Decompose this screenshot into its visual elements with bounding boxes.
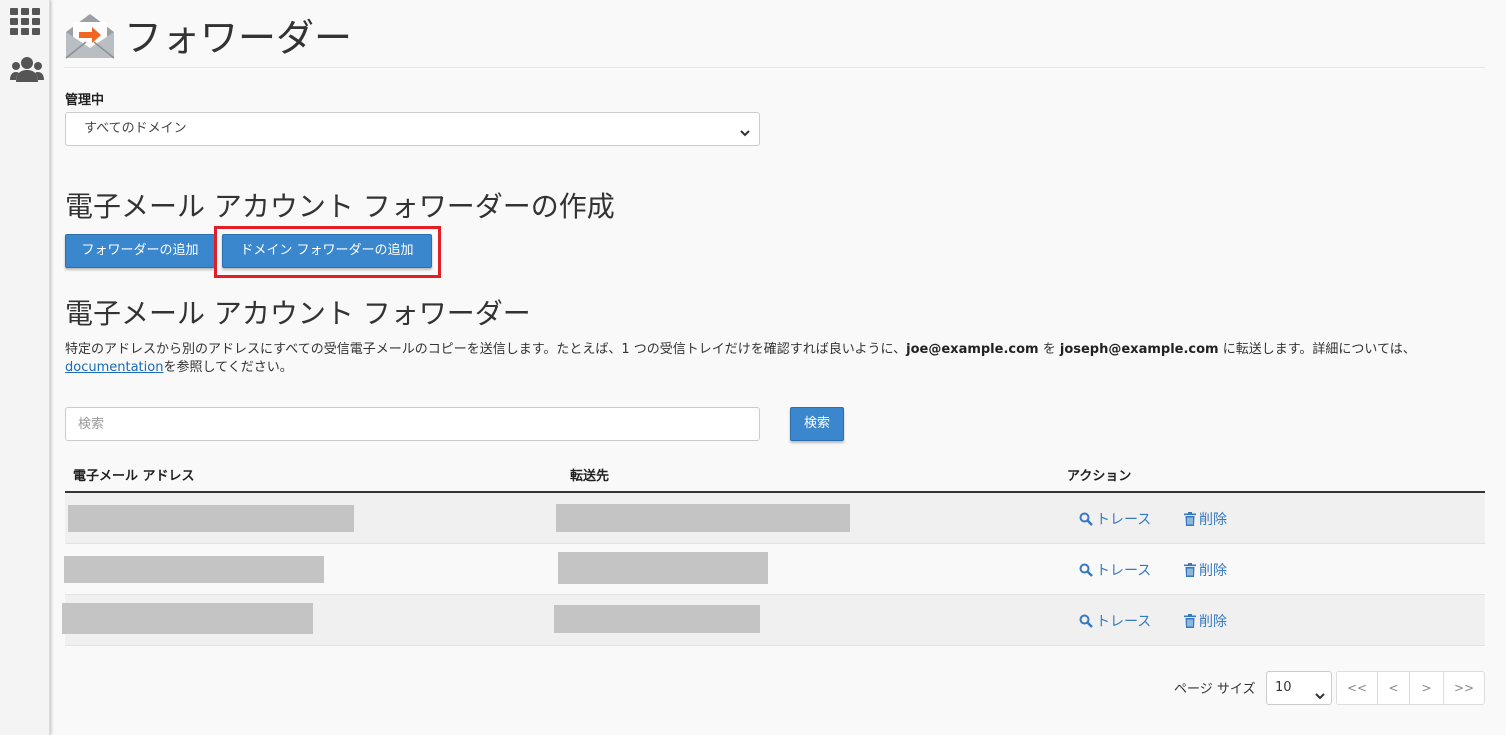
table-row: トレース 削除: [62, 595, 1485, 646]
users-icon[interactable]: [10, 56, 44, 88]
table-row: トレース 削除: [65, 493, 1485, 544]
chevron-down-icon: [739, 121, 751, 137]
page-size-select[interactable]: 10: [1266, 671, 1332, 705]
search-icon: [1079, 563, 1093, 577]
trace-label: トレース: [1096, 563, 1152, 579]
trace-link[interactable]: トレース: [1079, 611, 1151, 631]
desc-text-2: を: [1038, 342, 1060, 357]
trace-label: トレース: [1096, 614, 1152, 630]
delete-label: 削除: [1199, 512, 1227, 528]
delete-link[interactable]: 削除: [1184, 611, 1227, 631]
delete-label: 削除: [1199, 614, 1227, 630]
search-button[interactable]: 検索: [790, 407, 844, 441]
chevron-down-icon: [1315, 682, 1325, 714]
trash-icon: [1184, 614, 1196, 628]
add-forwarder-button[interactable]: フォワーダーの追加: [65, 234, 215, 268]
desc-example-source: joe@example.com: [906, 342, 1039, 357]
last-page-button[interactable]: >>: [1444, 672, 1484, 704]
create-heading: 電子メール アカウント フォワーダーの作成: [65, 190, 615, 223]
forwarders-description: 特定のアドレスから別のアドレスにすべての受信電子メールのコピーを送信します。たと…: [65, 341, 1465, 377]
previous-page-button[interactable]: <: [1378, 672, 1410, 704]
documentation-link[interactable]: documentation: [65, 360, 163, 375]
column-header-actions: アクション: [1067, 469, 1132, 484]
domain-select[interactable]: すべてのドメイン: [65, 112, 760, 146]
page-header: フォワーダー: [64, 8, 1485, 68]
column-header-destination[interactable]: 転送先: [570, 465, 609, 484]
trace-link[interactable]: トレース: [1079, 560, 1151, 580]
next-page-button[interactable]: >: [1410, 672, 1444, 704]
forwarders-table: 電子メール アドレス 転送先 アクション トレース 削除 トレース 削除 トレー…: [62, 457, 1485, 646]
envelope-forward-icon: [64, 10, 116, 62]
first-page-button[interactable]: <<: [1337, 672, 1378, 704]
grid-icon[interactable]: [10, 8, 42, 40]
redacted-email: [64, 556, 324, 583]
delete-label: 削除: [1199, 563, 1227, 579]
page-size-label: ページ サイズ: [1174, 682, 1256, 697]
desc-text-3: に転送します。詳細については、: [1218, 342, 1416, 357]
trace-link[interactable]: トレース: [1079, 509, 1151, 529]
trace-label: トレース: [1096, 512, 1152, 528]
table-header: 電子メール アドレス 転送先 アクション: [65, 457, 1485, 493]
main-content: フォワーダー 管理中 すべてのドメイン 電子メール アカウント フォワーダーの作…: [62, 0, 1485, 735]
pagination: << < > >>: [1336, 671, 1485, 705]
desc-example-target: joseph@example.com: [1059, 342, 1219, 357]
search-icon: [1079, 512, 1093, 526]
page-title: フォワーダー: [124, 16, 353, 60]
domain-select-value: すべてのドメイン: [84, 121, 187, 136]
redacted-destination: [554, 605, 760, 633]
redacted-destination: [558, 552, 768, 584]
table-row: トレース 削除: [64, 544, 1485, 595]
delete-link[interactable]: 削除: [1184, 560, 1227, 580]
redacted-destination: [556, 504, 850, 532]
trash-icon: [1184, 563, 1196, 577]
page-size-value: 10: [1275, 680, 1292, 695]
desc-text-1: 特定のアドレスから別のアドレスにすべての受信電子メールのコピーを送信します。たと…: [65, 342, 907, 357]
add-domain-forwarder-button[interactable]: ドメイン フォワーダーの追加: [222, 234, 432, 268]
forwarders-heading: 電子メール アカウント フォワーダー: [65, 297, 531, 330]
redacted-email: [68, 505, 354, 532]
redacted-email: [62, 603, 313, 634]
trash-icon: [1184, 512, 1196, 526]
sidebar: [0, 0, 50, 735]
delete-link[interactable]: 削除: [1184, 509, 1227, 529]
search-icon: [1079, 614, 1093, 628]
column-header-email[interactable]: 電子メール アドレス: [73, 465, 195, 484]
desc-text-4: を参照してください。: [163, 360, 293, 375]
search-input[interactable]: [65, 407, 760, 441]
managing-label: 管理中: [65, 93, 105, 108]
